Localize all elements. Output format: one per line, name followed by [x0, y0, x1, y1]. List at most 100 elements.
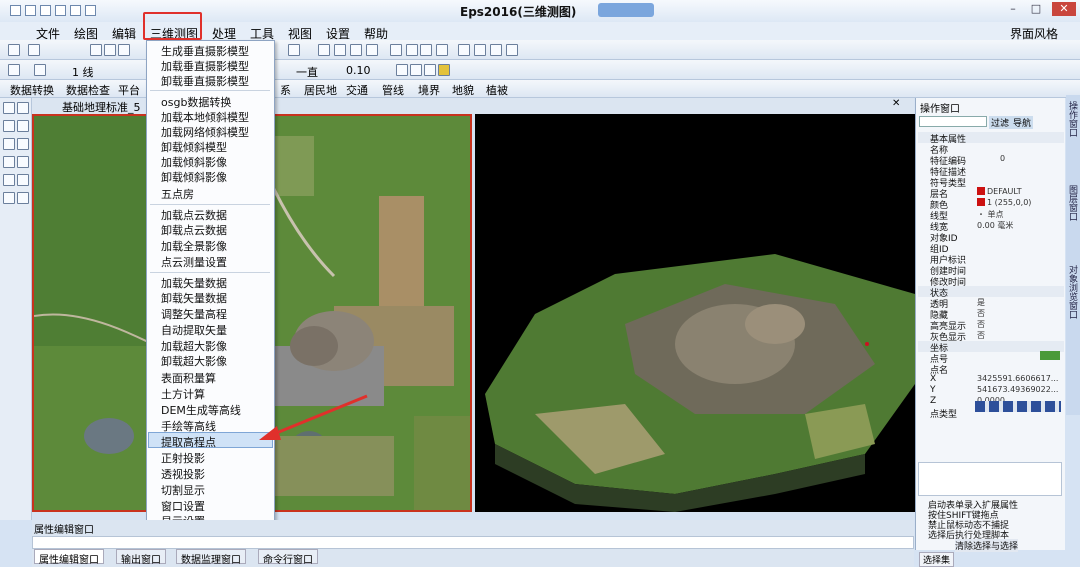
platform-menu[interactable]: 平台 — [118, 82, 140, 98]
menu-item-five-point-house[interactable]: 五点房 — [161, 186, 194, 202]
line-tool-icon[interactable] — [3, 120, 15, 132]
tab-command-line[interactable]: 命令行窗口 — [258, 549, 318, 566]
prop-value[interactable]: 0 — [1000, 154, 1005, 163]
text-tool-icon[interactable] — [17, 156, 29, 168]
menu-item-perspective[interactable]: 透视投影 — [161, 466, 205, 482]
tool2-icon[interactable] — [410, 64, 422, 76]
menu-item-load-oblique-image[interactable]: 加载倾斜影像 — [161, 154, 227, 170]
side-tab-operation[interactable]: 操作窗口 — [1067, 101, 1079, 137]
nav-button[interactable]: 导航 — [1011, 116, 1034, 129]
menu-item-auto-extract-vector[interactable]: 自动提取矢量 — [161, 322, 227, 338]
new-icon[interactable] — [25, 5, 36, 16]
line-type-select[interactable]: 一直 — [296, 64, 318, 80]
rect-tool-icon[interactable] — [3, 138, 15, 150]
undo-icon[interactable] — [8, 44, 20, 56]
menu-item-gen-vertical-model[interactable]: 生成垂直摄影模型 — [161, 43, 249, 59]
side-tab-layers[interactable]: 图层窗口 — [1067, 185, 1079, 221]
prop-value[interactable]: 否 — [977, 319, 985, 330]
circle-tool-icon[interactable] — [17, 138, 29, 150]
cloud-badge-icon[interactable] — [598, 3, 654, 17]
prop-value[interactable]: 否 — [977, 330, 985, 341]
prop-value[interactable]: 是 — [977, 297, 985, 308]
menu-item-cut-display[interactable]: 切割显示 — [161, 482, 205, 498]
close-icon[interactable]: ✕ — [1052, 2, 1076, 16]
rotate-tool-icon[interactable] — [3, 192, 15, 204]
menu-item-osgb-convert[interactable]: osgb数据转换 — [161, 94, 231, 110]
layer-props-icon[interactable] — [34, 64, 46, 76]
snap2-icon[interactable] — [406, 44, 418, 56]
menu-item-pointcloud-settings[interactable]: 点云测量设置 — [161, 254, 227, 270]
menu-item-load-large-image[interactable]: 加载超大影像 — [161, 338, 227, 354]
edit-icon[interactable] — [318, 44, 330, 56]
prop-value[interactable]: 否 — [977, 308, 985, 319]
draw-tool-icon[interactable] — [3, 102, 15, 114]
menu-item-unload-oblique[interactable]: 卸载倾斜模型 — [161, 139, 227, 155]
menu-item-load-net-oblique[interactable]: 加载网络倾斜模型 — [161, 124, 249, 140]
grid-icon[interactable] — [288, 44, 300, 56]
save-icon[interactable] — [55, 5, 66, 16]
tool-icon[interactable] — [396, 64, 408, 76]
draw-tool2-icon[interactable] — [17, 102, 29, 114]
edit4-icon[interactable] — [366, 44, 378, 56]
zoom-in-icon[interactable] — [90, 44, 102, 56]
selection-set-tab[interactable]: 选择集 — [919, 552, 955, 567]
side-tab-objects[interactable]: 对象浏览窗口 — [1067, 265, 1079, 319]
tab-data-supervise[interactable]: 数据监理窗口 — [176, 549, 246, 566]
app-icon[interactable] — [10, 5, 21, 16]
menu-item-dem-contours[interactable]: DEM生成等高线 — [161, 402, 241, 418]
point-type-icons[interactable] — [975, 401, 1061, 412]
point-nav-icon[interactable] — [1040, 351, 1060, 360]
table-icon[interactable] — [458, 44, 470, 56]
menu-item-load-local-oblique[interactable]: 加载本地倾斜模型 — [161, 109, 249, 125]
snap3-icon[interactable] — [436, 44, 448, 56]
vegetation-menu[interactable]: 植被 — [486, 82, 508, 98]
menu-item-load-vector[interactable]: 加载矢量数据 — [161, 275, 227, 291]
edit2-icon[interactable] — [334, 44, 346, 56]
menu-item-hand-contours[interactable]: 手绘等高线 — [161, 418, 216, 434]
filter-button[interactable]: 过滤 — [989, 116, 1012, 129]
tool4-icon[interactable] — [438, 64, 450, 76]
menu-item-window-settings[interactable]: 窗口设置 — [161, 498, 205, 514]
menu-item-load-pointcloud[interactable]: 加载点云数据 — [161, 207, 227, 223]
system-menu[interactable]: 系 — [280, 82, 291, 98]
layer-icon[interactable] — [8, 64, 20, 76]
tab-output[interactable]: 输出窗口 — [116, 549, 166, 566]
menu-item-unload-vertical-model[interactable]: 卸载垂直摄影模型 — [161, 73, 249, 89]
minimize-icon[interactable]: – — [1005, 2, 1021, 16]
copy-tool-icon[interactable] — [17, 174, 29, 186]
boundary-menu[interactable]: 境界 — [418, 82, 440, 98]
coord-x-value[interactable]: 3425591.6606617... — [977, 374, 1058, 383]
menu-item-adjust-vector-elev[interactable]: 调整矢量高程 — [161, 306, 227, 322]
print-icon[interactable] — [70, 5, 81, 16]
line-width-select[interactable]: 0.10 — [346, 64, 371, 77]
close-doc-icon[interactable]: ✕ — [892, 98, 900, 109]
menu-item-unload-large-image[interactable]: 卸载超大影像 — [161, 353, 227, 369]
3d-model-view[interactable] — [475, 114, 915, 512]
layers-icon[interactable] — [474, 44, 486, 56]
open-icon[interactable] — [40, 5, 51, 16]
attribute-input[interactable] — [32, 536, 914, 549]
coord-y-value[interactable]: 541673.49369022... — [977, 385, 1058, 394]
menu-item-surface-area[interactable]: 表面积量算 — [161, 370, 216, 386]
scale-tool-icon[interactable] — [17, 192, 29, 204]
residential-menu[interactable]: 居民地 — [304, 82, 337, 98]
layer-select[interactable]: 1 线 — [72, 64, 94, 80]
tool3-icon[interactable] — [424, 64, 436, 76]
prop-value[interactable]: 1 (255,0,0) — [987, 198, 1031, 207]
pipeline-menu[interactable]: 管线 — [382, 82, 404, 98]
clear-selection-button[interactable]: 清除选择与选择 — [955, 539, 1019, 552]
edit3-icon[interactable] — [350, 44, 362, 56]
menu-item-ortho-projection[interactable]: 正射投影 — [161, 450, 205, 466]
tab-attribute-edit[interactable]: 属性编辑窗口 — [34, 549, 104, 566]
data-check-menu[interactable]: 数据检查 — [66, 82, 110, 98]
panel-select[interactable] — [919, 116, 987, 127]
zoom-out-icon[interactable] — [104, 44, 116, 56]
landform-menu[interactable]: 地貌 — [452, 82, 474, 98]
document-tab[interactable]: 基础地理标准_5 — [62, 99, 141, 115]
pan-icon[interactable] — [118, 44, 130, 56]
redo-icon[interactable] — [28, 44, 40, 56]
menu-item-unload-pointcloud[interactable]: 卸载点云数据 — [161, 222, 227, 238]
menu-item-load-panorama[interactable]: 加载全景影像 — [161, 238, 227, 254]
snap-icon[interactable] — [390, 44, 402, 56]
move-tool-icon[interactable] — [3, 174, 15, 186]
